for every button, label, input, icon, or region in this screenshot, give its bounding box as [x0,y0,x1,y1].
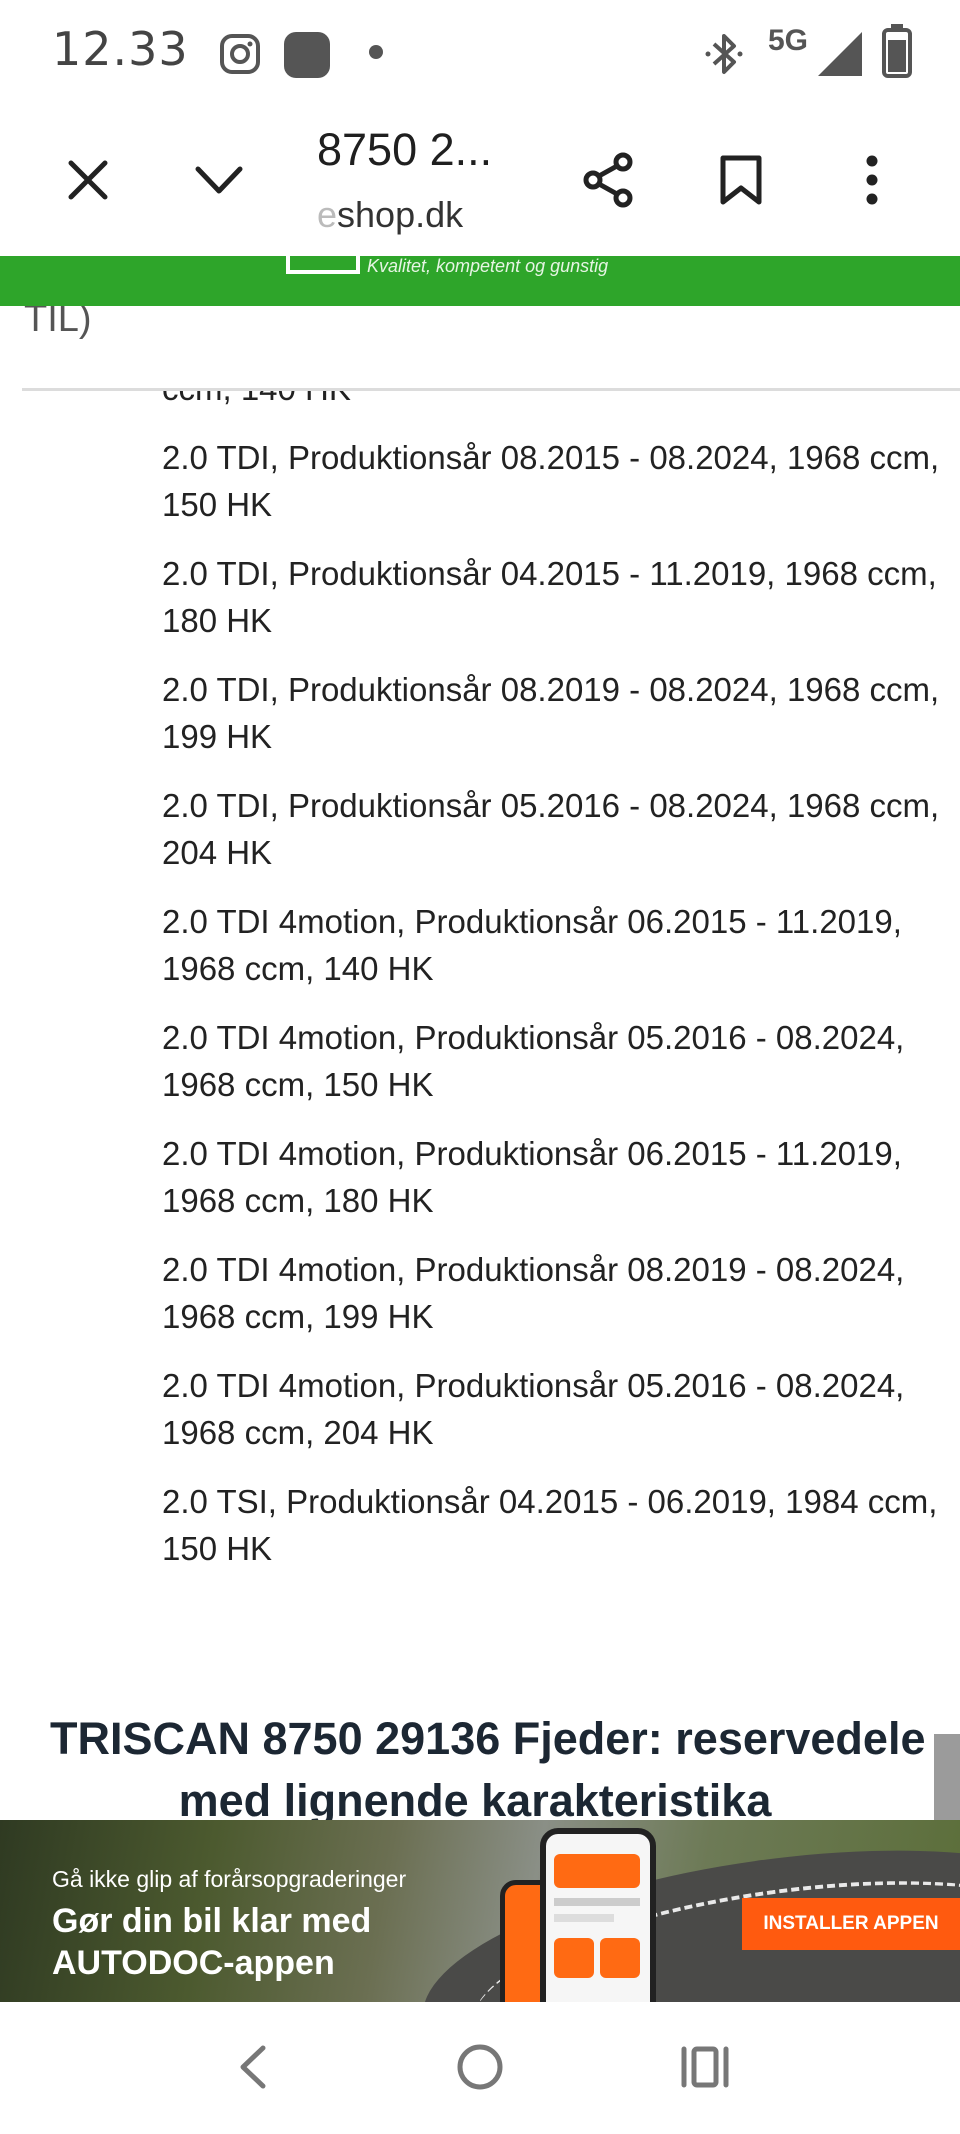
list-item: 2.0 TSI, Produktionsår 04.2015 - 06.2019… [162,1483,938,1567]
section-label: TIL) [24,306,92,340]
list-item: 2.0 TDI 4motion, Produktionsår 05.2016 -… [162,1367,905,1451]
recents-icon [680,2045,730,2094]
recents-button[interactable] [665,2034,745,2104]
list-item: 2.0 TDI 4motion, Produktionsår 06.2015 -… [162,903,902,987]
list-item: 2.0 TDI 4motion, Produktionsår 06.2015 -… [162,1135,902,1219]
instagram-icon [218,32,262,81]
list-item: 2.0 TDI 4motion, Produktionsår 05.2016 -… [162,1019,905,1103]
home-button[interactable] [440,2034,520,2104]
app-icon [282,30,332,85]
battery-icon [882,24,912,83]
ad-title: Gør din bil klar med AUTODOC-appen [52,1900,371,1984]
site-tagline: Kvalitet, kompetent og gunstig [367,256,609,276]
home-icon [455,2042,505,2097]
back-icon [237,2044,267,2095]
section-heading: TRISCAN 8750 29136 Fjeder: reservedele m… [0,1708,960,1820]
network-label: 5G [768,24,809,57]
back-button[interactable] [212,2034,292,2104]
scrollbar-thumb[interactable] [934,1734,960,1820]
divider [22,388,960,391]
bluetooth-icon [704,32,744,81]
share-icon [583,152,635,213]
list-item: 2.0 TDI, Produktionsår 05.2016 - 08.2024… [162,787,940,871]
page-title[interactable]: 8750 2... [317,124,492,176]
chevron-down-icon [194,165,244,200]
list-item: 2.0 TDI, Produktionsår 04.2015 - 11.2019… [162,555,937,639]
ad-phone-image [540,1828,656,2002]
site-logo[interactable] [286,256,360,274]
domain-prefix: e [317,194,338,235]
share-button[interactable] [573,146,645,218]
ad-title-line2: AUTODOC-appen [52,1944,335,1982]
close-icon [67,159,109,206]
section-heading-line1: TRISCAN 8750 29136 Fjeder: reservedele [50,1713,926,1764]
bookmark-icon [719,154,763,211]
close-button[interactable] [52,146,124,218]
ad-subtitle: Gå ikke glip af forårsopgraderinger [52,1866,407,1892]
more-vertical-icon [865,154,879,211]
menu-expand-button[interactable] [183,146,255,218]
site-header: Kvalitet, kompetent og gunstig [0,256,960,306]
compatibility-list: ccm, 140 HK 2.0 TDI, Produktionsår 08.20… [162,391,960,1594]
page-domain[interactable]: eshop.dk [317,194,463,236]
status-time: 12.33 [52,22,189,76]
more-options-button[interactable] [836,146,908,218]
section-heading-line2: med lignende karakteristika [178,1775,772,1820]
page-content: TIL) ccm, 140 HK 2.0 TDI, Produktionsår … [0,306,960,1820]
browser-toolbar: 8750 2... eshop.dk [0,110,960,256]
list-item: 2.0 TDI, Produktionsår 08.2019 - 08.2024… [162,671,940,755]
system-nav-bar [0,2002,960,2134]
status-bar: 12.33 5G [0,0,960,110]
list-item: 2.0 TDI 4motion, Produktionsår 08.2019 -… [162,1251,905,1335]
dot-icon [368,44,384,65]
ad-title-line1: Gør din bil klar med [52,1902,372,1940]
domain-text: shop.dk [337,194,464,235]
install-app-button[interactable]: INSTALLER APPEN [742,1898,960,1950]
signal-icon [816,30,864,83]
list-item: 2.0 TDI, Produktionsår 08.2015 - 08.2024… [162,439,940,523]
bookmark-button[interactable] [705,146,777,218]
